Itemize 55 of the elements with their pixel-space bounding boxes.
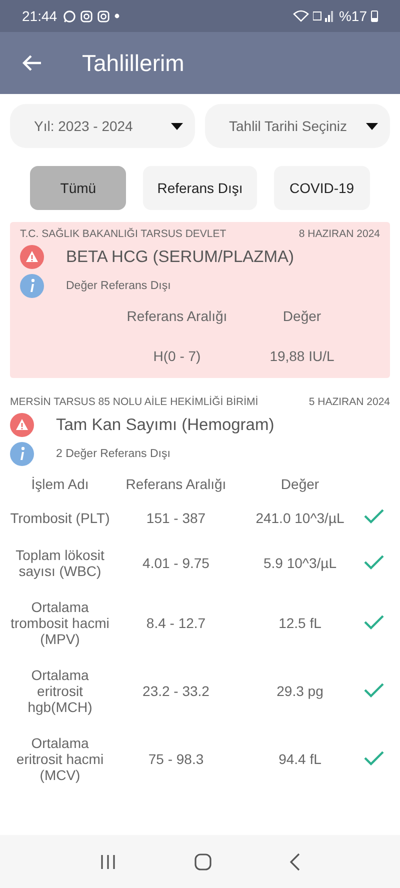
camera-icon (80, 10, 94, 22)
info-icon (10, 442, 34, 466)
result-date: 5 HAZIRAN 2024 (308, 396, 390, 408)
page-title: Tahlillerim (82, 50, 184, 76)
result-date: 8 HAZIRAN 2024 (298, 228, 380, 240)
table-cell-text: 8.4 - 12.7 (145, 614, 207, 633)
table-cell-text: 23.2 - 33.2 (142, 682, 210, 701)
result-note: Değer Referans Dışı (66, 280, 171, 292)
dropdown[interactable]: Yıl: 2023 - 2024 (10, 104, 195, 148)
chat-icon (63, 10, 76, 22)
column-header: Değer (282, 307, 322, 326)
institution: T.C. SAĞLIK BAKANLIĞI TARSUS DEVLET (20, 228, 226, 240)
column-header: Referans Aralığı (124, 475, 228, 494)
warning-icon (10, 413, 34, 437)
institution: MERSİN TARSUS 85 NOLU AİLE HEKİMLİĞİ BİRİMİ (10, 396, 258, 408)
dot-icon (114, 13, 120, 19)
table-cell-text: Ortalama eritrosit hgb(MCH) (26, 666, 94, 717)
column-header: İşlem Adı (30, 475, 90, 494)
test-name: Tam Kan Sayımı (Hemogram) (56, 416, 274, 434)
table-cell-text: Toplam lökosit sayısı (WBC) (14, 546, 106, 581)
back-arrow-icon[interactable] (22, 54, 42, 72)
table-cell-text: Ortalama trombosit hacmi (MPV) (10, 598, 110, 649)
result-note: 2 Değer Referans Dışı (56, 448, 170, 460)
column-header: Değer (280, 475, 320, 494)
table-cell-text: 151 - 387 (145, 508, 207, 528)
wifi-icon (292, 10, 309, 22)
table-cell-text: 4.01 - 9.75 (142, 554, 210, 573)
home-icon[interactable] (194, 852, 212, 870)
battery-percent: %17 (338, 8, 367, 24)
filter-button[interactable]: COVID-19 (274, 166, 370, 210)
table-cell-text: 12.5 fL (278, 614, 322, 633)
dropdown-caret-icon (366, 122, 378, 130)
signal-icon (312, 10, 335, 22)
back-icon[interactable] (289, 852, 302, 870)
column-header: Referans Aralığı (126, 307, 228, 326)
table-cell-text: 75 - 98.3 (147, 750, 205, 769)
table-cell-text: Trombosit (PLT) (10, 508, 110, 528)
status-time: 21:44 (22, 8, 58, 24)
recent-apps-icon[interactable] (98, 852, 117, 870)
table-cell-text: Ortalama eritrosit hacmi (MCV) (15, 734, 105, 785)
table-cell-text: 29.3 pg (276, 682, 324, 701)
table-cell-text: H(0 - 7) (152, 348, 202, 364)
table-cell-text: 241.0 10^3/µL (254, 508, 346, 528)
table-cell-text: 5.9 10^3/µL (262, 554, 338, 573)
warning-icon (20, 245, 44, 269)
table-cell-text: 94.4 fL (278, 750, 322, 769)
filter-button[interactable]: Tümü (30, 166, 126, 210)
battery-icon (371, 10, 378, 22)
camera-icon (97, 10, 110, 22)
filter-button[interactable]: Referans Dışı (143, 166, 257, 210)
dropdown-caret-icon (171, 122, 183, 130)
info-icon (20, 274, 44, 298)
test-name: BETA HCG (SERUM/PLAZMA) (66, 248, 294, 266)
dropdown[interactable]: Tahlil Tarihi Seçiniz (205, 104, 390, 148)
table-cell-text: 19,88 IU/L (268, 348, 336, 364)
